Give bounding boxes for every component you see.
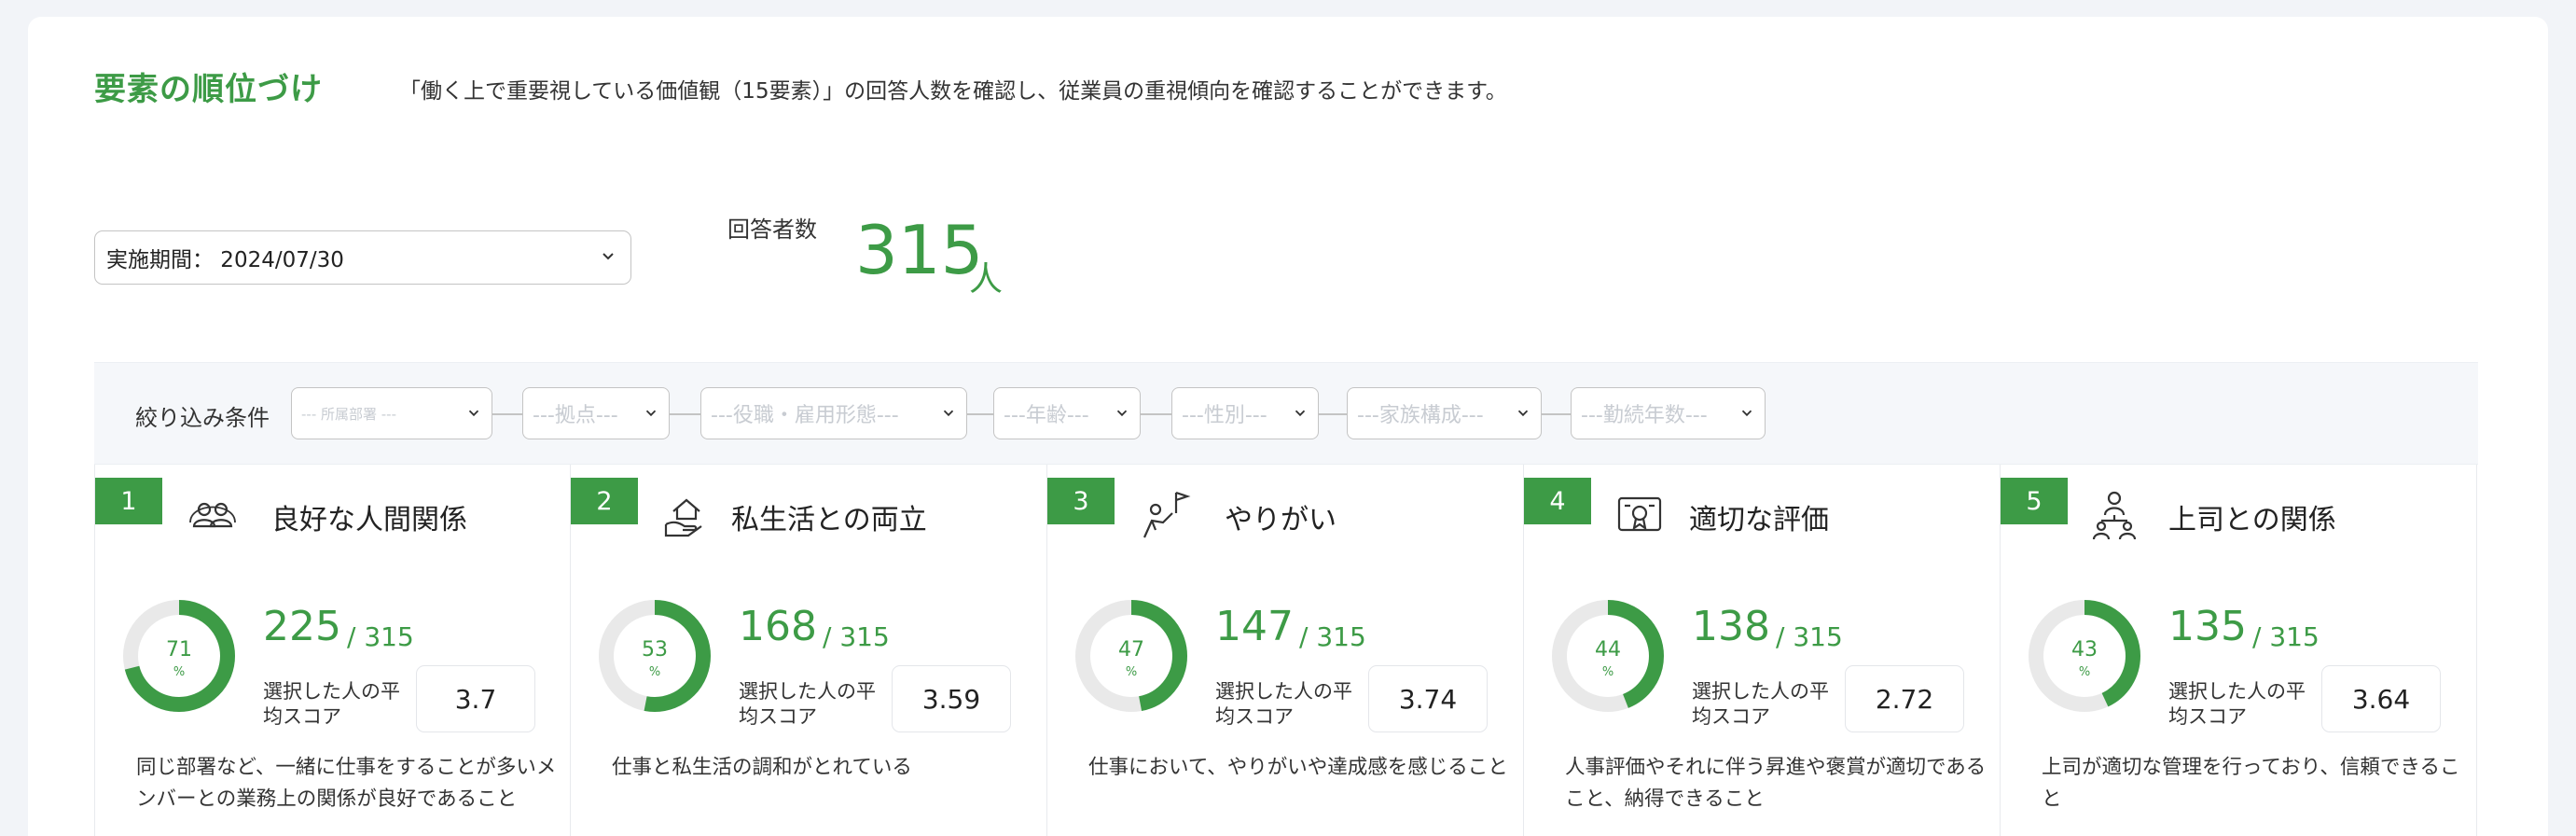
card-title: 適切な評価 bbox=[1689, 504, 1829, 536]
percent-value: 53 bbox=[642, 638, 668, 662]
card-description: 同じ部署など、一緒に仕事をすることが多いメンバーとの業務上の関係が良好であること bbox=[136, 756, 557, 811]
ranking-cards: 1 良好な人間関係 71 % 225 / 315 選択した人の平均スコア 3.7… bbox=[94, 465, 2478, 836]
chevron-down-icon bbox=[645, 410, 657, 417]
filter-tenure-select[interactable]: ---勤続年数--- bbox=[1571, 387, 1766, 439]
selected-count: 135 bbox=[2168, 603, 2247, 650]
percent-unit: % bbox=[648, 665, 661, 679]
percent-value: 44 bbox=[1595, 638, 1621, 662]
filter-location-select[interactable]: ---拠点--- bbox=[522, 387, 670, 439]
card-title: 私生活との両立 bbox=[731, 504, 927, 536]
total-count: / 315 bbox=[2252, 621, 2320, 652]
percent-unit: % bbox=[1601, 665, 1614, 679]
filter-tenure-placeholder: ---勤続年数--- bbox=[1581, 404, 1708, 427]
total-count: / 315 bbox=[823, 621, 890, 652]
percent-unit: % bbox=[2078, 665, 2091, 679]
card-description: 上司が適切な管理を行っており、信頼できること bbox=[2042, 756, 2460, 811]
page-subtitle: 「働く上で重要視している価値観（15要素）」の回答人数を確認し、従業員の重視傾向… bbox=[399, 79, 1507, 104]
rank-badge: 2 bbox=[571, 478, 638, 524]
filter-connector bbox=[1540, 413, 1572, 415]
filter-gender-placeholder: ---性別--- bbox=[1182, 404, 1267, 427]
average-score: 3.59 bbox=[892, 665, 1011, 732]
percent-value: 43 bbox=[2071, 638, 2098, 662]
percent-value: 71 bbox=[166, 638, 192, 662]
card-description: 仕事と私生活の調和がとれている bbox=[612, 756, 912, 779]
filter-position-placeholder: ---役職・雇用形態--- bbox=[711, 404, 899, 427]
filter-age-placeholder: ---年齢--- bbox=[1004, 404, 1089, 427]
filter-connector bbox=[668, 413, 702, 415]
filter-connector bbox=[1317, 413, 1348, 415]
filter-age-select[interactable]: ---年齢--- bbox=[993, 387, 1141, 439]
average-score: 3.74 bbox=[1368, 665, 1488, 732]
period-value: 実施期間： 2024/07/30 bbox=[106, 248, 344, 272]
respondents-count: 315 bbox=[855, 211, 984, 289]
ranking-card: 3 やりがい 47 % 147 / 315 選択した人の平均スコア 3.74 仕… bbox=[1047, 465, 1524, 836]
score-label: 選択した人の平均スコア bbox=[263, 680, 400, 728]
rank-badge: 1 bbox=[95, 478, 162, 524]
total-count: / 315 bbox=[1776, 621, 1843, 652]
average-score: 3.7 bbox=[416, 665, 535, 732]
ranking-card: 5 上司との関係 43 % 135 / 315 選択した人の平均スコア 3.64… bbox=[2001, 465, 2477, 836]
card-title: 上司との関係 bbox=[2168, 504, 2336, 536]
respondents-label: 回答者数 bbox=[727, 216, 817, 243]
ranking-card: 2 私生活との両立 53 % 168 / 315 選択した人の平均スコア 3.5… bbox=[571, 465, 1047, 836]
selected-count: 147 bbox=[1215, 603, 1294, 650]
selected-count: 225 bbox=[263, 603, 341, 650]
respondents-unit: 人 bbox=[969, 260, 1004, 299]
percent-unit: % bbox=[173, 665, 186, 679]
filter-position-select[interactable]: ---役職・雇用形態--- bbox=[700, 387, 967, 439]
total-count: / 315 bbox=[347, 621, 414, 652]
filter-gender-select[interactable]: ---性別--- bbox=[1171, 387, 1319, 439]
total-count: / 315 bbox=[1299, 621, 1366, 652]
ranking-card: 4 適切な評価 44 % 138 / 315 選択した人の平均スコア 2.72 … bbox=[1524, 465, 2001, 836]
filter-family-placeholder: ---家族構成--- bbox=[1357, 404, 1484, 427]
filter-connector bbox=[1139, 413, 1172, 415]
chevron-down-icon bbox=[1741, 410, 1752, 417]
filter-connector bbox=[965, 413, 994, 415]
rank-badge: 3 bbox=[1047, 478, 1115, 524]
percent-unit: % bbox=[1125, 665, 1138, 679]
card-title: 良好な人間関係 bbox=[271, 504, 467, 536]
certificate-icon bbox=[1617, 496, 1662, 532]
filter-department-select[interactable]: --- 所属部署 --- bbox=[291, 387, 492, 439]
filter-family-select[interactable]: ---家族構成--- bbox=[1347, 387, 1542, 439]
chevron-down-icon bbox=[1517, 410, 1529, 417]
average-score: 3.64 bbox=[2321, 665, 2441, 732]
selected-count: 168 bbox=[739, 603, 817, 650]
chevron-down-icon bbox=[1295, 410, 1306, 417]
page-title: 要素の順位づけ bbox=[94, 71, 323, 108]
percent-value: 47 bbox=[1118, 638, 1144, 662]
score-label: 選択した人の平均スコア bbox=[1215, 680, 1352, 728]
average-score: 2.72 bbox=[1845, 665, 1964, 732]
rank-badge: 4 bbox=[1524, 478, 1591, 524]
filter-department-placeholder: --- 所属部署 --- bbox=[301, 405, 397, 423]
selected-count: 138 bbox=[1692, 603, 1770, 650]
org-chart-icon bbox=[2092, 491, 2137, 540]
card-title: やりがい bbox=[1225, 504, 1336, 536]
chevron-down-icon bbox=[602, 253, 614, 260]
period-select[interactable]: 実施期間： 2024/07/30 bbox=[94, 230, 631, 285]
flag-person-icon bbox=[1143, 491, 1191, 538]
chevron-down-icon bbox=[468, 410, 479, 417]
card-description: 仕事において、やりがいや達成感を感じること bbox=[1088, 756, 1508, 779]
people-icon bbox=[189, 502, 236, 528]
score-label: 選択した人の平均スコア bbox=[2168, 680, 2306, 728]
filter-label: 絞り込み条件 bbox=[135, 405, 270, 431]
score-label: 選択した人の平均スコア bbox=[739, 680, 876, 728]
filter-location-placeholder: ---拠点--- bbox=[533, 404, 618, 427]
card-description: 人事評価やそれに伴う昇進や褒賞が適切であること、納得できること bbox=[1565, 756, 1987, 811]
score-label: 選択した人の平均スコア bbox=[1692, 680, 1829, 728]
ranking-card: 1 良好な人間関係 71 % 225 / 315 選択した人の平均スコア 3.7… bbox=[94, 465, 571, 836]
chevron-down-icon bbox=[1116, 410, 1128, 417]
home-hand-icon bbox=[664, 498, 702, 537]
filter-connector bbox=[488, 413, 524, 415]
chevron-down-icon bbox=[943, 410, 954, 417]
rank-badge: 5 bbox=[2001, 478, 2068, 524]
